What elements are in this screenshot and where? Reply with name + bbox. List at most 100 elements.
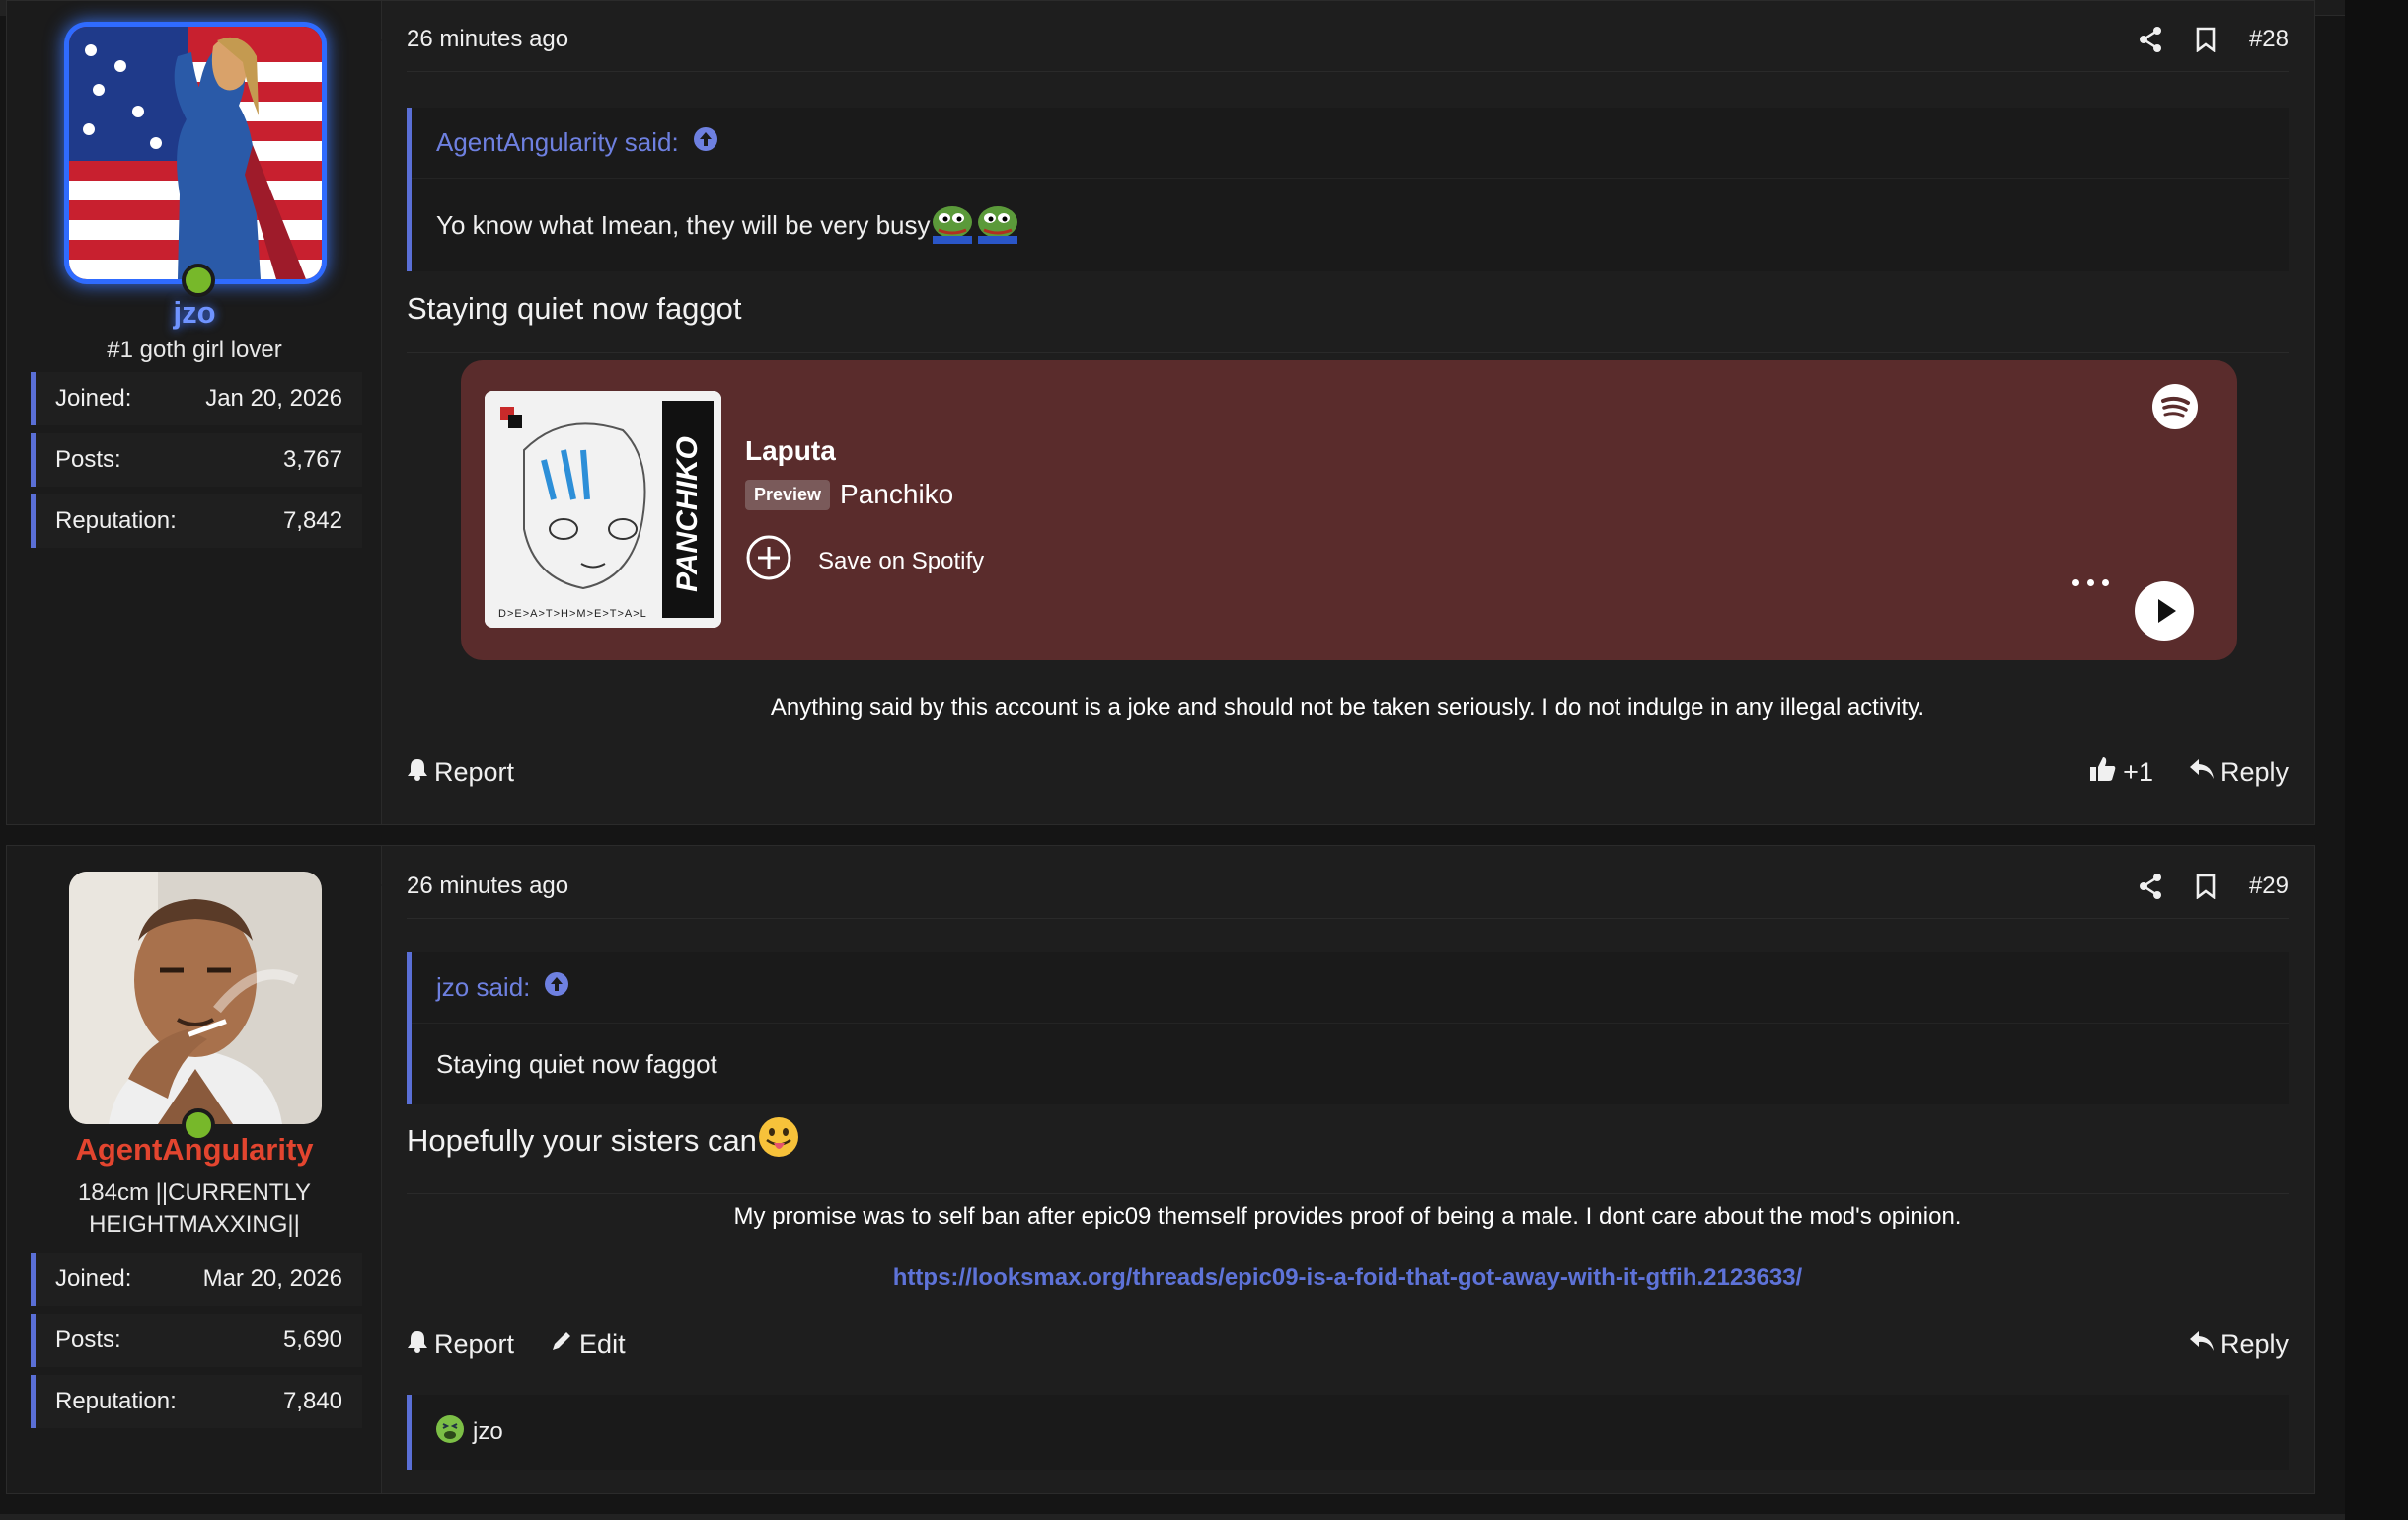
share-icon[interactable] bbox=[2139, 873, 2162, 899]
quote-text: Yo know what Imean, they will be very bu… bbox=[436, 209, 931, 240]
post-body-content: Hopefully your sisters can bbox=[407, 1123, 757, 1158]
reactions-bar[interactable]: jzo bbox=[407, 1395, 2289, 1470]
quote-author[interactable]: jzo said: bbox=[436, 972, 530, 1003]
username[interactable]: jzo bbox=[7, 295, 382, 331]
edit-button[interactable]: Edit bbox=[550, 1330, 626, 1360]
bookmark-icon[interactable] bbox=[2196, 27, 2216, 52]
message-content: 26 minutes ago #28 AgentAngularity said:… bbox=[407, 1, 2289, 824]
post-29: AgentAngularity 184cm ||CURRENTLY HEIGHT… bbox=[6, 845, 2315, 1494]
stat-value: 7,842 bbox=[282, 507, 342, 534]
stat-label: Reputation: bbox=[55, 507, 177, 534]
divider bbox=[407, 1193, 2289, 1194]
reaction-user[interactable]: jzo bbox=[473, 1418, 503, 1446]
report-label: Report bbox=[434, 1329, 515, 1359]
avatar-image bbox=[69, 27, 322, 279]
post-actions: Report +1 Reply bbox=[407, 747, 2289, 797]
avatar-container[interactable] bbox=[69, 872, 322, 1142]
artist-row: Preview Panchiko bbox=[745, 479, 953, 510]
report-button[interactable]: Report bbox=[407, 1330, 514, 1360]
album-cover-label: PANCHIKO bbox=[671, 436, 704, 592]
tongue-emoji-icon bbox=[757, 1115, 800, 1167]
post-number-link[interactable]: #29 bbox=[2249, 873, 2289, 900]
online-status-indicator bbox=[182, 264, 215, 297]
stat-label: Joined: bbox=[55, 385, 132, 412]
post-meta-actions: #29 bbox=[2139, 873, 2289, 900]
preview-badge: Preview bbox=[745, 479, 831, 510]
jump-to-quote-icon[interactable] bbox=[544, 971, 569, 1004]
post-meta: 26 minutes ago #28 bbox=[407, 7, 2289, 72]
stat-value[interactable]: 5,690 bbox=[283, 1327, 342, 1354]
track-title[interactable]: Laputa bbox=[745, 435, 836, 467]
stat-label: Posts: bbox=[55, 446, 121, 473]
save-label: Save on Spotify bbox=[818, 547, 985, 574]
report-label: Report bbox=[434, 756, 515, 787]
user-signature: Anything said by this account is a joke … bbox=[770, 694, 1925, 721]
stat-value: Jan 20, 2026 bbox=[205, 385, 342, 412]
post-timestamp[interactable]: 26 minutes ago bbox=[407, 873, 568, 900]
quote-body: Yo know what Imean, they will be very bu… bbox=[412, 179, 2289, 271]
user-title: #1 goth girl lover bbox=[107, 337, 282, 363]
reply-arrow-icon bbox=[2189, 1330, 2215, 1360]
post-body-text: Hopefully your sisters can bbox=[407, 1115, 800, 1167]
stat-joined: Joined: Jan 20, 2026 bbox=[31, 372, 362, 425]
edit-label: Edit bbox=[579, 1329, 626, 1359]
signature-link[interactable]: https://looksmax.org/threads/epic09-is-a… bbox=[407, 1264, 2289, 1292]
more-options-icon[interactable] bbox=[2072, 579, 2109, 586]
page-gutter bbox=[2345, 0, 2408, 1520]
post-body-text: Staying quiet now faggot bbox=[407, 291, 742, 326]
quote-header[interactable]: AgentAngularity said: bbox=[412, 108, 2289, 179]
bell-icon bbox=[407, 1330, 428, 1360]
stat-reputation: Reputation: 7,842 bbox=[31, 494, 362, 548]
post-number-link[interactable]: #28 bbox=[2249, 26, 2289, 53]
stat-value[interactable]: 3,767 bbox=[283, 446, 342, 474]
album-cover[interactable]: PANCHIKO D>E>A>T>H>M>E>T>A>L bbox=[485, 391, 721, 628]
sick-face-emoji-icon bbox=[435, 1414, 465, 1451]
spotify-logo-icon[interactable] bbox=[2152, 384, 2198, 429]
stat-value: 7,840 bbox=[282, 1388, 342, 1414]
user-info-panel: jzo #1 goth girl lover Joined: Jan 20, 2… bbox=[7, 1, 395, 824]
message-content: 26 minutes ago #29 jzo said: Staying qui… bbox=[407, 846, 2289, 1493]
reply-button[interactable]: Reply bbox=[2189, 757, 2289, 788]
save-on-spotify-button[interactable]: Save on Spotify bbox=[745, 534, 984, 588]
pencil-icon bbox=[550, 1330, 573, 1360]
username[interactable]: AgentAngularity bbox=[7, 1132, 382, 1168]
reply-arrow-icon bbox=[2189, 757, 2215, 788]
stat-posts: Posts: 3,767 bbox=[31, 433, 362, 487]
quote-block: AgentAngularity said: Yo know what Imean… bbox=[407, 108, 2289, 271]
share-icon[interactable] bbox=[2139, 26, 2162, 52]
post-actions: Report Edit Reply bbox=[407, 1320, 2289, 1369]
post-28: jzo #1 goth girl lover Joined: Jan 20, 2… bbox=[6, 0, 2315, 825]
pepe-emoji-icon bbox=[931, 200, 1021, 251]
post-meta-actions: #28 bbox=[2139, 26, 2289, 53]
divider bbox=[407, 352, 2289, 353]
stat-posts: Posts: 5,690 bbox=[31, 1314, 362, 1367]
jump-to-quote-icon[interactable] bbox=[693, 126, 718, 159]
reply-label: Reply bbox=[2220, 1329, 2289, 1359]
user-title: 184cm ||CURRENTLY HEIGHTMAXXING|| bbox=[77, 1179, 312, 1238]
user-signature: My promise was to self ban after epic09 … bbox=[733, 1203, 1962, 1230]
like-button[interactable]: +1 bbox=[2089, 755, 2153, 790]
stat-value: Mar 20, 2026 bbox=[202, 1265, 342, 1292]
quote-header[interactable]: jzo said: bbox=[412, 952, 2289, 1024]
plus-circle-icon bbox=[745, 534, 792, 588]
play-icon[interactable] bbox=[2135, 581, 2194, 641]
quote-block: jzo said: Staying quiet now faggot bbox=[407, 952, 2289, 1104]
stat-label: Reputation: bbox=[55, 1388, 177, 1414]
bookmark-icon[interactable] bbox=[2196, 874, 2216, 899]
post-timestamp[interactable]: 26 minutes ago bbox=[407, 26, 568, 53]
report-button[interactable]: Report bbox=[407, 757, 514, 788]
thumbs-up-icon bbox=[2089, 755, 2117, 790]
avatar-container[interactable] bbox=[69, 27, 322, 297]
stat-label: Joined: bbox=[55, 1265, 132, 1292]
user-info-panel: AgentAngularity 184cm ||CURRENTLY HEIGHT… bbox=[7, 846, 395, 1493]
post-meta: 26 minutes ago #29 bbox=[407, 854, 2289, 919]
avatar[interactable] bbox=[69, 27, 322, 279]
album-cover-caption: D>E>A>T>H>M>E>T>A>L bbox=[498, 608, 647, 620]
spotify-embed: PANCHIKO D>E>A>T>H>M>E>T>A>L Laputa Prev… bbox=[461, 360, 2237, 660]
reply-button[interactable]: Reply bbox=[2189, 1330, 2289, 1360]
avatar[interactable] bbox=[69, 872, 322, 1124]
quote-text: Staying quiet now faggot bbox=[436, 1048, 717, 1079]
quote-author[interactable]: AgentAngularity said: bbox=[436, 127, 679, 158]
bell-icon bbox=[407, 757, 428, 788]
artist-name[interactable]: Panchiko bbox=[840, 479, 953, 510]
